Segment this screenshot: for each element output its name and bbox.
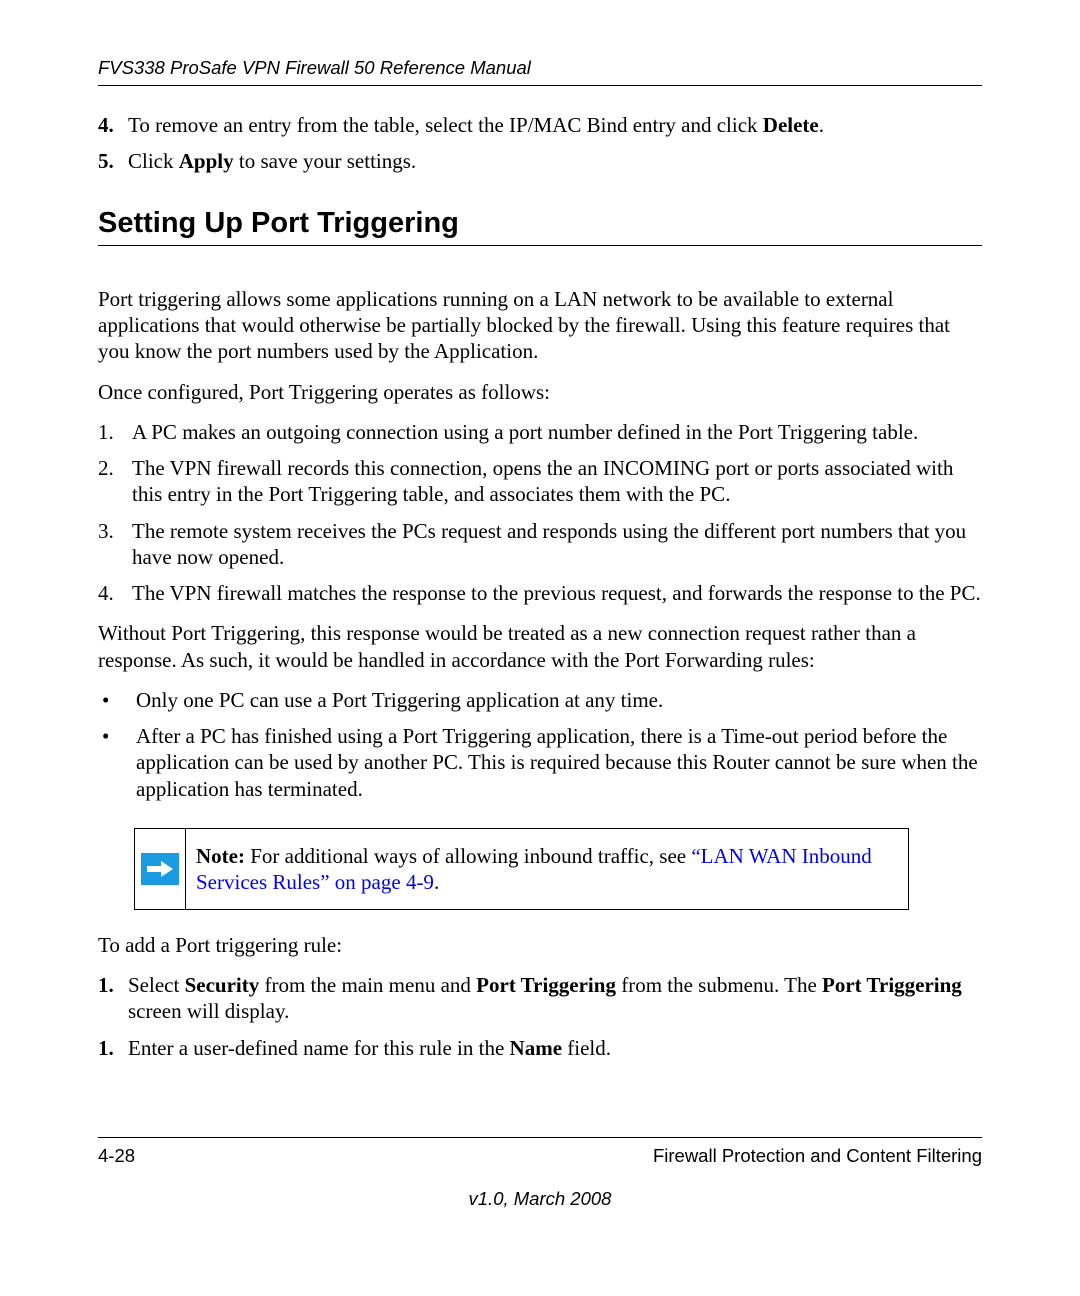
list-item: 1. A PC makes an outgoing connection usi… xyxy=(98,419,982,445)
note-table: Note: For additional ways of allowing in… xyxy=(134,828,909,910)
text-bold: Apply xyxy=(179,149,234,173)
paragraph: To add a Port triggering rule: xyxy=(98,932,982,958)
note-text-post: . xyxy=(434,870,439,894)
step-number: 5. xyxy=(98,148,128,174)
item-body: The remote system receives the PCs reque… xyxy=(132,518,982,571)
step-number: 1. xyxy=(98,1035,128,1061)
list-item: 4. The VPN firewall matches the response… xyxy=(98,580,982,606)
step-body: Select Security from the main menu and P… xyxy=(128,972,982,1025)
bullet-list: • Only one PC can use a Port Triggering … xyxy=(98,687,982,802)
t: Select xyxy=(128,973,185,997)
item-number: 1. xyxy=(98,419,132,445)
step-body: To remove an entry from the table, selec… xyxy=(128,112,982,138)
step-item: 1. Enter a user-defined name for this ru… xyxy=(98,1035,982,1061)
document-page: FVS338 ProSafe VPN Firewall 50 Reference… xyxy=(0,0,1080,1296)
item-body: The VPN firewall matches the response to… xyxy=(132,580,982,606)
text: . xyxy=(819,113,824,137)
page-footer: 4-28 Firewall Protection and Content Fil… xyxy=(98,1137,982,1210)
list-item: 2. The VPN firewall records this connect… xyxy=(98,455,982,508)
text: Click xyxy=(128,149,179,173)
paragraph: Once configured, Port Triggering operate… xyxy=(98,379,982,405)
t: screen will display. xyxy=(128,999,289,1023)
bottom-step-list: 1. Select Security from the main menu an… xyxy=(98,972,982,1061)
note-icon-cell xyxy=(135,828,186,909)
list-item: • After a PC has finished using a Port T… xyxy=(98,723,982,802)
arrow-right-icon xyxy=(141,853,179,885)
step-item: 1. Select Security from the main menu an… xyxy=(98,972,982,1025)
t: from the submenu. The xyxy=(616,973,822,997)
page-number: 4-28 xyxy=(98,1144,135,1167)
note-text: For additional ways of allowing inbound … xyxy=(245,844,691,868)
section-rule xyxy=(98,245,982,246)
t: Name xyxy=(510,1036,562,1060)
bullet-icon: • xyxy=(98,687,136,713)
item-number: 3. xyxy=(98,518,132,571)
t: from the main menu and xyxy=(259,973,476,997)
note-box: Note: For additional ways of allowing in… xyxy=(134,828,924,910)
paragraph: Port triggering allows some applications… xyxy=(98,286,982,365)
item-body: After a PC has finished using a Port Tri… xyxy=(136,723,982,802)
footer-rule xyxy=(98,1137,982,1138)
paragraph: Without Port Triggering, this response w… xyxy=(98,620,982,673)
t: field. xyxy=(562,1036,611,1060)
text-bold: Delete xyxy=(763,113,819,137)
item-body: The VPN firewall records this connection… xyxy=(132,455,982,508)
t: Enter a user-defined name for this rule … xyxy=(128,1036,510,1060)
step-body: Enter a user-defined name for this rule … xyxy=(128,1035,982,1061)
bullet-icon: • xyxy=(98,723,136,802)
text: To remove an entry from the table, selec… xyxy=(128,113,763,137)
step-number: 1. xyxy=(98,972,128,1025)
list-item: 3. The remote system receives the PCs re… xyxy=(98,518,982,571)
chapter-title: Firewall Protection and Content Filterin… xyxy=(653,1144,982,1167)
item-number: 4. xyxy=(98,580,132,606)
section-heading: Setting Up Port Triggering xyxy=(98,205,982,241)
item-number: 2. xyxy=(98,455,132,508)
step-item: 4. To remove an entry from the table, se… xyxy=(98,112,982,138)
item-body: Only one PC can use a Port Triggering ap… xyxy=(136,687,982,713)
t: Security xyxy=(185,973,260,997)
text: to save your settings. xyxy=(234,149,417,173)
step-body: Click Apply to save your settings. xyxy=(128,148,982,174)
top-step-list: 4. To remove an entry from the table, se… xyxy=(98,112,982,175)
note-body: Note: For additional ways of allowing in… xyxy=(186,828,909,909)
operates-list: 1. A PC makes an outgoing connection usi… xyxy=(98,419,982,607)
doc-version: v1.0, March 2008 xyxy=(98,1187,982,1210)
step-item: 5. Click Apply to save your settings. xyxy=(98,148,982,174)
note-label: Note: xyxy=(196,844,245,868)
t: Port Triggering xyxy=(822,973,962,997)
running-header: FVS338 ProSafe VPN Firewall 50 Reference… xyxy=(98,56,982,86)
step-number: 4. xyxy=(98,112,128,138)
t: Port Triggering xyxy=(476,973,616,997)
item-body: A PC makes an outgoing connection using … xyxy=(132,419,982,445)
list-item: • Only one PC can use a Port Triggering … xyxy=(98,687,982,713)
